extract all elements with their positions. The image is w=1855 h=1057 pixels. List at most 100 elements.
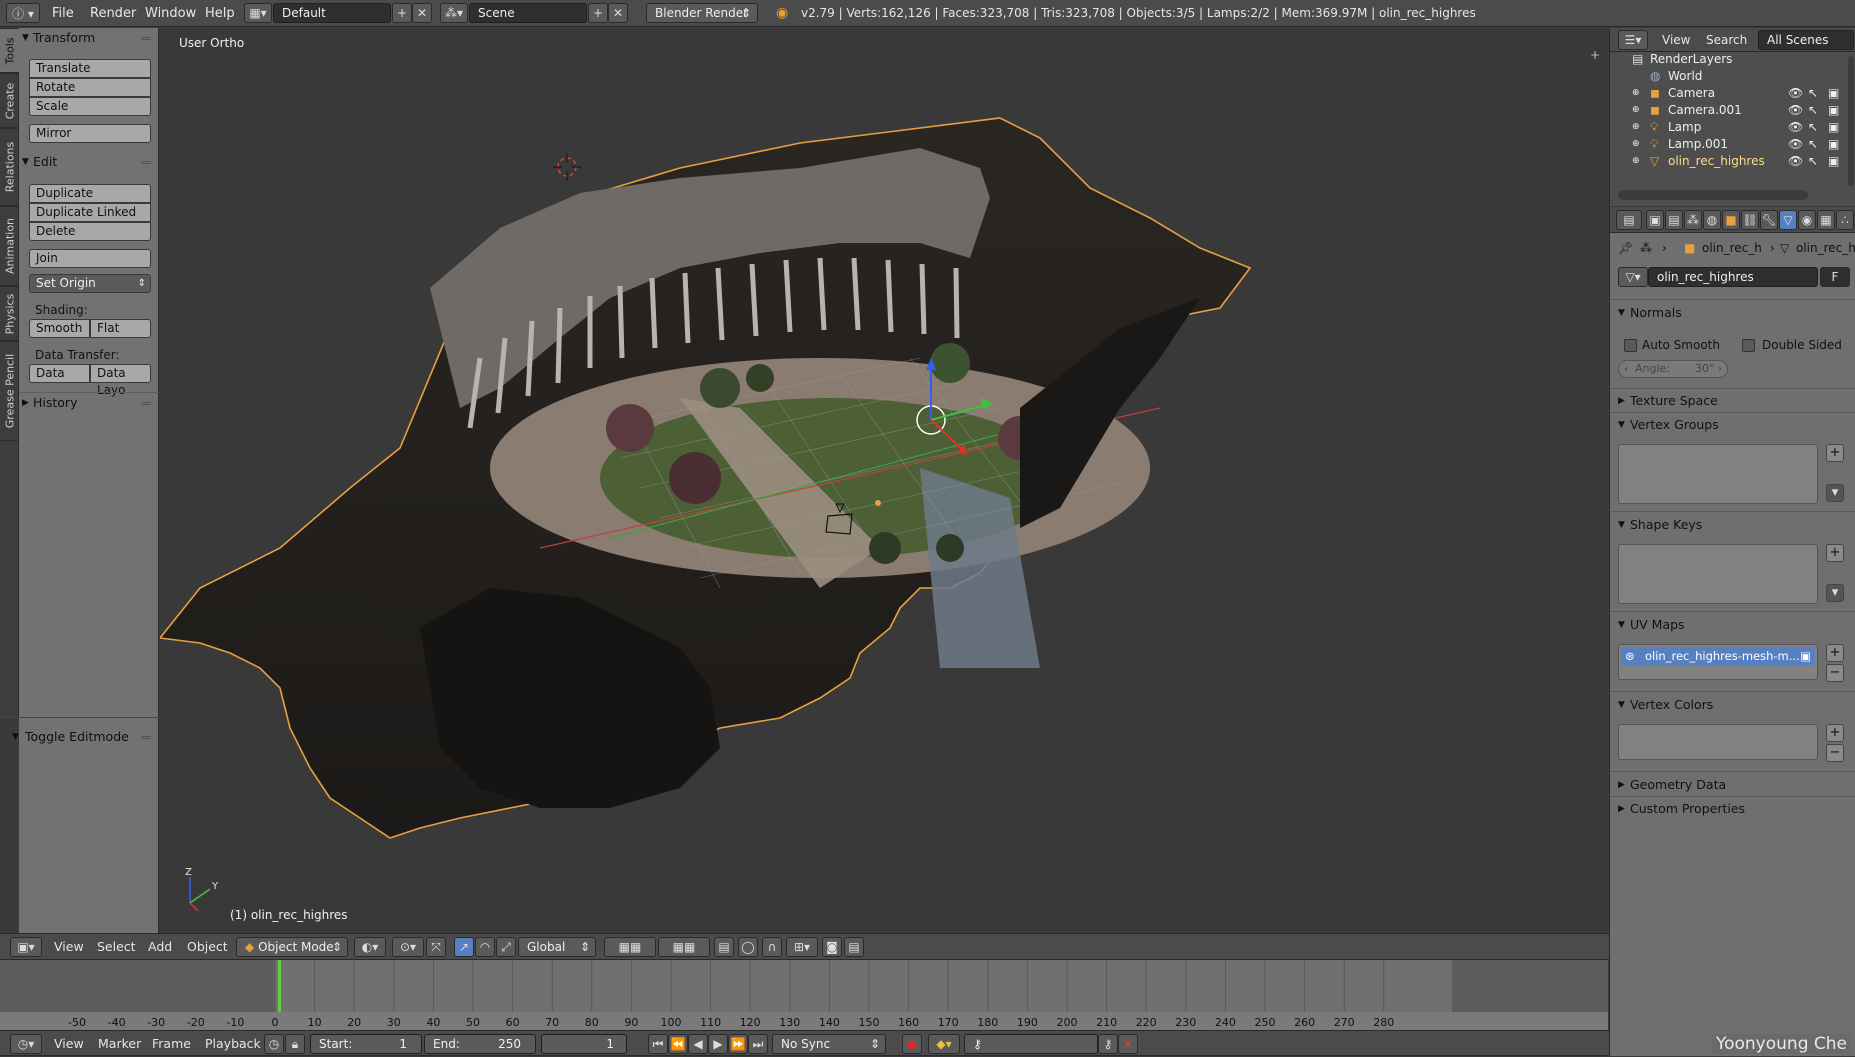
opengl-render-button[interactable]: ◙	[822, 937, 842, 957]
tab-constraints[interactable]: ⛓︎	[1741, 210, 1759, 230]
menu-help[interactable]: Help	[195, 0, 245, 27]
tab-texture[interactable]: ▦	[1817, 210, 1835, 230]
grip-icon[interactable]	[141, 402, 151, 405]
panel-vertex-colors-header[interactable]: ▼ Vertex Colors	[1616, 695, 1850, 715]
rotate-manipulator-button[interactable]: ◠	[475, 937, 495, 957]
scale-manipulator-button[interactable]: ⤢	[496, 937, 516, 957]
add-uv-map-button[interactable]: +	[1826, 644, 1844, 662]
delete-layout-button[interactable]: ✕	[412, 3, 432, 23]
layout-selector-button[interactable]: ▦▾	[244, 3, 272, 23]
scene-selector-button[interactable]: ⁂▾	[440, 3, 468, 23]
tab-create[interactable]: Create	[0, 73, 19, 128]
delete-scene-button[interactable]: ✕	[608, 3, 628, 23]
panel-normals-header[interactable]: ▼ Normals	[1616, 303, 1850, 323]
snap-element-button[interactable]: ⊞▾	[786, 937, 818, 957]
menu-file[interactable]: File	[42, 0, 84, 27]
panel-texture-space-header[interactable]: ▶ Texture Space	[1616, 391, 1850, 411]
menu-object[interactable]: Object	[187, 934, 228, 960]
tab-render[interactable]: ▣	[1646, 210, 1664, 230]
insert-keyframe-button[interactable]: ⚷	[1098, 1034, 1118, 1054]
tab-grease-pencil[interactable]: Grease Pencil	[0, 341, 19, 441]
data-layout-button[interactable]: Data Layo	[90, 364, 151, 397]
tab-render-layers[interactable]: ▤	[1665, 210, 1683, 230]
proportional-edit-button[interactable]: ◯	[738, 937, 758, 957]
auto-keying-button[interactable]: ●	[902, 1034, 922, 1054]
scene-name-field[interactable]: Scene	[469, 3, 587, 23]
panel-vertex-groups-header[interactable]: ▼ Vertex Groups	[1616, 415, 1850, 435]
editor-type-timeline-button[interactable]: ◷▾	[10, 1034, 42, 1054]
opengl-animation-button[interactable]: ▤	[844, 937, 864, 957]
outliner-row-olin-rec-highres[interactable]: ⊕ ▽ olin_rec_highres 👁︎ ↖ ▣	[1610, 151, 1850, 171]
duplicate-linked-button[interactable]: Duplicate Linked	[29, 203, 151, 222]
shape-key-specials-button[interactable]: ▾	[1826, 584, 1844, 602]
snap-toggle-button[interactable]: ∩	[762, 937, 782, 957]
plus-icon[interactable]: +	[1590, 48, 1600, 62]
set-origin-dropdown[interactable]: Set Origin ⇕	[29, 274, 151, 293]
vertex-groups-list[interactable]	[1618, 444, 1818, 504]
menu-timeline-view[interactable]: View	[54, 1031, 84, 1057]
mode-dropdown[interactable]: ◆ Object Mode ⇕	[236, 937, 348, 957]
add-layout-button[interactable]: +	[392, 3, 412, 23]
sync-mode-dropdown[interactable]: No Sync ⇕	[772, 1034, 886, 1054]
panel-transform-header[interactable]: ▼ Transform	[19, 28, 159, 48]
data-transfer-button[interactable]: Data	[29, 364, 90, 383]
current-frame-field[interactable]: 1	[541, 1034, 627, 1054]
editor-type-outliner-button[interactable]: ☰▾	[1618, 30, 1648, 50]
tab-data[interactable]: ▽	[1779, 210, 1797, 230]
keying-set-button[interactable]: ◆▾	[928, 1034, 960, 1054]
menu-marker[interactable]: Marker	[98, 1031, 141, 1057]
mesh-browse-button[interactable]: ▽▾	[1618, 267, 1648, 287]
play-button[interactable]: ▶	[708, 1034, 728, 1054]
tab-world[interactable]: ◍	[1703, 210, 1721, 230]
eye-icon[interactable]: 👁︎	[1788, 151, 1803, 171]
tab-physics[interactable]: Physics	[0, 286, 19, 341]
render-camera-icon[interactable]: ▣	[1828, 151, 1839, 171]
double-sided-checkbox[interactable]	[1742, 339, 1755, 352]
3d-cursor[interactable]	[553, 153, 581, 181]
tab-modifiers[interactable]: 🔧︎	[1760, 210, 1778, 230]
grip-icon[interactable]	[141, 736, 151, 739]
panel-uv-maps-header[interactable]: ▼ UV Maps	[1616, 615, 1850, 635]
jump-start-button[interactable]: ⏮	[648, 1034, 668, 1054]
add-scene-button[interactable]: +	[588, 3, 608, 23]
join-button[interactable]: Join	[29, 249, 151, 268]
translate-button[interactable]: Translate	[29, 59, 151, 78]
delete-keyframe-button[interactable]: ✕	[1118, 1034, 1138, 1054]
timeline-area[interactable]: -50 -40 -30 -20 -10 0 10 20 30 40 50 60 70 80 90 100 110…	[0, 960, 1608, 1030]
cursor-icon[interactable]: ↖	[1808, 151, 1818, 171]
vertex-group-specials-button[interactable]: ▾	[1826, 484, 1844, 502]
scale-button[interactable]: Scale	[29, 97, 151, 116]
render-camera-icon[interactable]: ▣	[1800, 647, 1811, 665]
uv-map-item[interactable]: ⊛ olin_rec_highres-mesh-m... ▣	[1621, 647, 1815, 665]
jump-keyframe-back-button[interactable]: ⏪	[668, 1034, 688, 1054]
render-engine-dropdown[interactable]: Blender Render ⇕	[646, 3, 758, 23]
3d-viewport[interactable]: User Ortho Z Y (1) olin_rec_highres +	[160, 28, 1608, 933]
delete-button[interactable]: Delete	[29, 222, 151, 241]
remove-uv-map-button[interactable]: −	[1826, 664, 1844, 682]
duplicate-button[interactable]: Duplicate	[29, 184, 151, 203]
grip-icon[interactable]	[141, 161, 151, 164]
active-keying-set-field[interactable]: ⚷	[964, 1034, 1098, 1054]
panel-geometry-data-header[interactable]: ▶ Geometry Data	[1616, 775, 1850, 795]
panel-custom-properties-header[interactable]: ▶ Custom Properties	[1616, 799, 1850, 819]
expand-icon[interactable]: ⊕	[1632, 151, 1640, 171]
editor-type-3d-button[interactable]: ▣▾	[10, 937, 42, 957]
uv-maps-list[interactable]: ⊛ olin_rec_highres-mesh-m... ▣	[1618, 644, 1818, 680]
tab-scene[interactable]: ⁂	[1684, 210, 1702, 230]
pivot-point-button[interactable]: ⊙▾	[392, 937, 424, 957]
manipulator-toggle-button[interactable]: ⤧	[426, 937, 446, 957]
panel-edit-header[interactable]: ▼ Edit	[19, 152, 159, 172]
shape-keys-list[interactable]	[1618, 544, 1818, 604]
tab-relations[interactable]: Relations	[0, 128, 19, 206]
vertex-colors-list[interactable]	[1618, 724, 1818, 760]
outliner-vertical-scrollbar[interactable]	[1848, 56, 1854, 186]
layer-buttons-a[interactable]: ▦▦	[604, 937, 656, 957]
add-vertex-color-button[interactable]: +	[1826, 724, 1844, 742]
outliner-horizontal-scrollbar[interactable]	[1618, 190, 1808, 200]
translate-manipulator-button[interactable]: ↗	[454, 937, 474, 957]
add-shape-key-button[interactable]: +	[1826, 544, 1844, 562]
panel-shape-keys-header[interactable]: ▼ Shape Keys	[1616, 515, 1850, 535]
start-frame-field[interactable]: Start: 1	[310, 1034, 422, 1054]
preview-range-button[interactable]: ◷	[264, 1034, 284, 1054]
editor-type-info-button[interactable]: ⓘ ▾	[6, 3, 40, 23]
